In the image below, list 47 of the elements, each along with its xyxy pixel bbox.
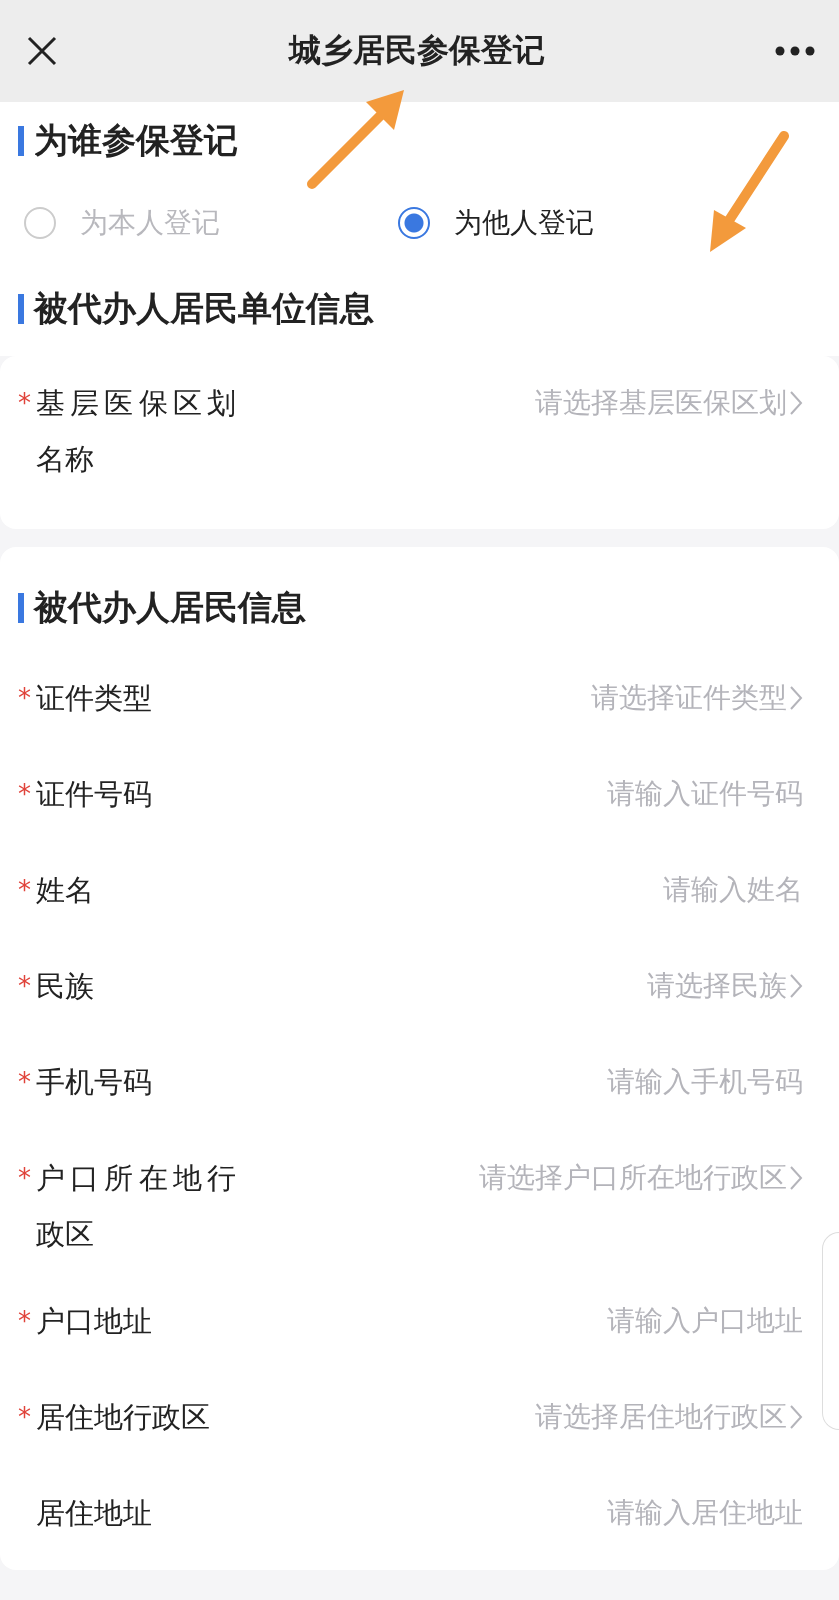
section-heading: 被代办人居民单位信息 <box>34 287 374 330</box>
chevron-right-icon <box>789 1404 803 1430</box>
field-label: 户口地址 <box>36 1303 153 1340</box>
input-field[interactable]: 请输入手机号码 <box>236 1063 803 1101</box>
chevron-right-icon <box>789 973 803 999</box>
field-label: 证件号码 <box>36 776 153 813</box>
required-mark: * <box>18 1162 32 1195</box>
required-mark: * <box>18 1066 32 1099</box>
select-field[interactable]: 请选择居住地行政区 <box>236 1398 803 1436</box>
accent-bar <box>18 126 24 156</box>
section-heading: 为谁参保登记 <box>34 119 238 162</box>
field-label: 居住地行政区 <box>36 1399 211 1436</box>
select-field[interactable]: 请选择证件类型 <box>236 679 803 717</box>
field-label: 手机号码 <box>36 1064 153 1101</box>
field-label: 证件类型 <box>36 680 153 717</box>
required-mark: * <box>18 970 32 1003</box>
radio-label[interactable]: 为本人登记 <box>80 204 220 242</box>
required-mark: * <box>18 778 32 811</box>
field-label: 居住地址 <box>36 1495 153 1532</box>
required-mark: * <box>18 682 32 715</box>
radio-button[interactable] <box>398 207 430 239</box>
section-heading: 被代办人居民信息 <box>34 586 306 629</box>
input-field[interactable]: 请输入户口地址 <box>236 1302 803 1340</box>
required-mark: * <box>18 387 32 420</box>
radio-label[interactable]: 为他人登记 <box>454 204 594 242</box>
chevron-right-icon <box>789 390 803 416</box>
radio-button[interactable] <box>24 207 56 239</box>
close-icon[interactable] <box>26 35 58 67</box>
accent-bar <box>18 593 24 623</box>
required-mark: * <box>18 1401 32 1434</box>
field-label: 基层医保区划名称 <box>36 385 236 478</box>
field-label: 户口所在地行政区 <box>36 1160 236 1253</box>
more-icon[interactable] <box>775 46 815 56</box>
input-field[interactable]: 请输入居住地址 <box>236 1494 803 1532</box>
chevron-right-icon <box>789 1165 803 1191</box>
select-field[interactable]: 请选择基层医保区划 <box>236 384 803 422</box>
input-field[interactable]: 请输入姓名 <box>236 871 803 909</box>
required-mark: * <box>18 1305 32 1338</box>
accent-bar <box>18 294 24 324</box>
select-field[interactable]: 请选择户口所在地行政区 <box>236 1159 803 1197</box>
required-mark: * <box>18 874 32 907</box>
chevron-right-icon <box>789 685 803 711</box>
select-field[interactable]: 请选择民族 <box>236 967 803 1005</box>
field-label: 民族 <box>36 968 95 1005</box>
page-title: 城乡居民参保登记 <box>288 30 545 71</box>
field-label: 姓名 <box>36 872 95 909</box>
input-field[interactable]: 请输入证件号码 <box>236 775 803 813</box>
